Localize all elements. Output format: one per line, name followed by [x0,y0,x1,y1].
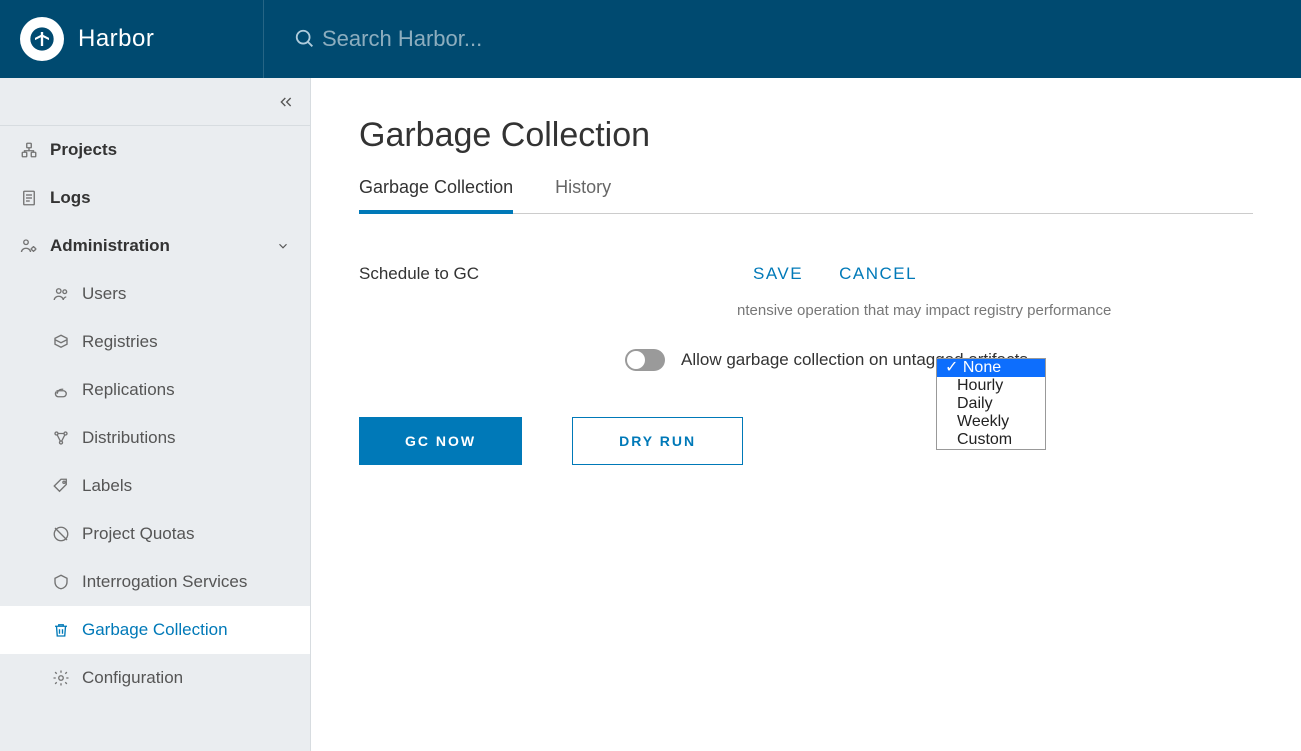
sidebar: Projects Logs Administration Users Regis… [0,78,311,751]
sidebar-item-users[interactable]: Users [0,270,310,318]
sidebar-item-replications[interactable]: Replications [0,366,310,414]
search-icon [294,28,316,50]
users-icon [52,285,70,303]
save-link[interactable]: SAVE [753,264,803,284]
sidebar-item-label: Labels [82,476,132,496]
dropdown-option-weekly[interactable]: Weekly [937,413,1045,431]
search-area [264,26,1301,52]
sidebar-item-projects[interactable]: Projects [0,126,310,174]
brand[interactable]: Harbor [0,0,264,78]
cancel-link[interactable]: CANCEL [839,264,917,284]
dropdown-option-none[interactable]: None [937,359,1045,377]
quotas-icon [52,525,70,543]
search-input[interactable] [316,26,716,52]
gc-now-button[interactable]: GC NOW [359,417,522,465]
chevron-double-left-icon [278,94,294,110]
tabs: Garbage Collection History [359,177,1253,214]
sidebar-collapse[interactable] [0,78,310,126]
labels-icon [52,477,70,495]
harbor-logo-icon [20,17,64,61]
registries-icon [52,333,70,351]
sidebar-item-label: Registries [82,332,158,352]
dropdown-option-hourly[interactable]: Hourly [937,377,1045,395]
sidebar-item-interrogation-services[interactable]: Interrogation Services [0,558,310,606]
interrogation-icon [52,573,70,591]
product-name: Harbor [78,25,154,53]
sidebar-item-label: Projects [50,140,117,160]
chevron-down-icon [276,239,290,253]
tab-history[interactable]: History [555,177,611,213]
sidebar-item-label: Administration [50,236,170,256]
dropdown-option-daily[interactable]: Daily [937,395,1045,413]
sidebar-item-configuration[interactable]: Configuration [0,654,310,702]
sidebar-item-administration[interactable]: Administration [0,222,310,270]
sidebar-item-project-quotas[interactable]: Project Quotas [0,510,310,558]
dry-run-button[interactable]: DRY RUN [572,417,743,465]
configuration-icon [52,669,70,687]
sidebar-item-label: Configuration [82,668,183,688]
sidebar-item-label: Distributions [82,428,176,448]
garbage-icon [52,621,70,639]
page-title: Garbage Collection [359,116,1253,155]
sidebar-item-labels[interactable]: Labels [0,462,310,510]
sidebar-item-label: Replications [82,380,175,400]
administration-icon [20,237,38,255]
performance-warning: ntensive operation that may impact regis… [737,302,1253,319]
sidebar-item-label: Garbage Collection [82,620,228,640]
sidebar-item-logs[interactable]: Logs [0,174,310,222]
tab-garbage-collection[interactable]: Garbage Collection [359,177,513,214]
sidebar-item-label: Interrogation Services [82,572,247,592]
sidebar-item-label: Users [82,284,126,304]
logs-icon [20,189,38,207]
distributions-icon [52,429,70,447]
header: Harbor [0,0,1301,78]
main-content: Garbage Collection Garbage Collection Hi… [311,78,1301,751]
sidebar-item-label: Project Quotas [82,524,194,544]
sidebar-item-distributions[interactable]: Distributions [0,414,310,462]
sidebar-item-registries[interactable]: Registries [0,318,310,366]
untagged-toggle[interactable] [625,349,665,371]
sidebar-item-label: Logs [50,188,91,208]
schedule-label: Schedule to GC [359,264,625,284]
replications-icon [52,381,70,399]
sidebar-item-garbage-collection[interactable]: Garbage Collection [0,606,310,654]
projects-icon [20,141,38,159]
dropdown-option-custom[interactable]: Custom [937,431,1045,449]
schedule-dropdown[interactable]: None Hourly Daily Weekly Custom [936,358,1046,450]
